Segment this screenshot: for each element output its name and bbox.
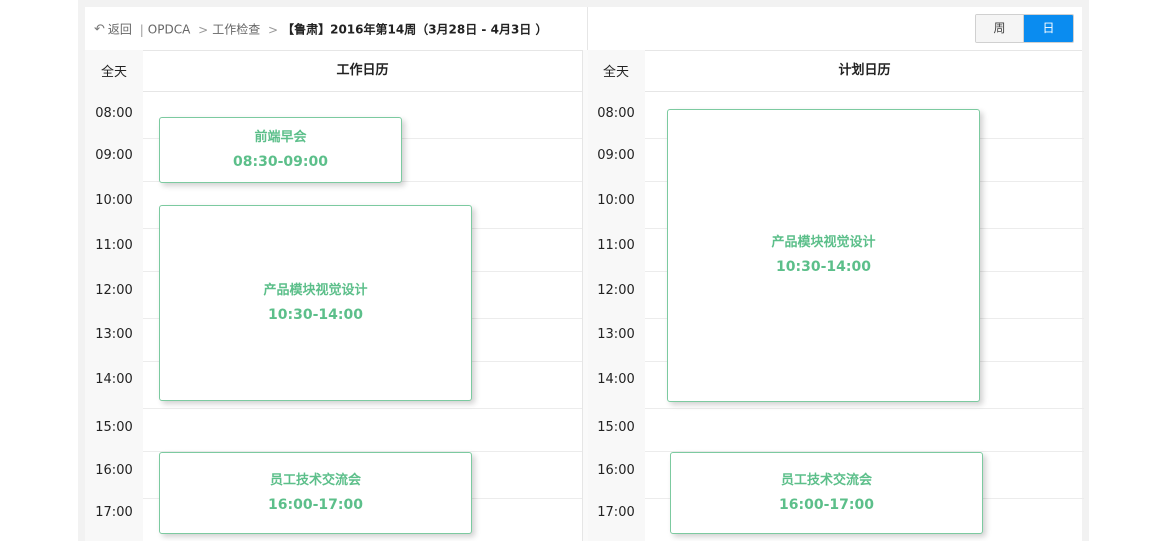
event-time: 10:30-14:00 xyxy=(776,259,871,275)
event-title: 员工技术交流会 xyxy=(780,472,872,488)
allday-label: 全天 xyxy=(100,65,127,80)
hour-label: 08:00 xyxy=(95,106,133,121)
event-card[interactable]: 产品模块视觉设计 10:30-14:00 xyxy=(667,109,980,402)
event-card[interactable]: 员工技术交流会 16:00-17:00 xyxy=(159,452,472,534)
event-time: 10:30-14:00 xyxy=(268,306,363,323)
hour-label: 13:00 xyxy=(597,327,635,342)
event-title: 前端早会 xyxy=(254,129,307,145)
breadcrumb-arrow: > xyxy=(268,22,279,37)
day-view-button[interactable]: 日 xyxy=(1024,15,1073,42)
event-title: 产品模块视觉设计 xyxy=(263,282,368,298)
hour-label: 16:00 xyxy=(95,463,133,478)
work-calendar-title: 工作日历 xyxy=(143,50,582,92)
hour-label: 16:00 xyxy=(597,463,635,478)
hour-label: 09:00 xyxy=(597,148,635,163)
event-time: 08:30-09:00 xyxy=(233,153,328,170)
back-link[interactable]: 返回 xyxy=(108,23,132,37)
breadcrumb-current: 【鲁肃】2016年第14周（3月28日 - 4月3日 ） xyxy=(282,22,548,37)
back-arrow-icon[interactable]: ↶ xyxy=(94,22,105,37)
hour-label: 17:00 xyxy=(95,505,133,520)
allday-label: 全天 xyxy=(602,65,629,80)
plan-calendar: 全天 计划日历 08:00 09:00 10:00 11:00 12:00 13… xyxy=(587,50,1084,541)
hour-label: 14:00 xyxy=(597,372,635,387)
hour-label: 10:00 xyxy=(95,193,133,208)
plan-calendar-title: 计划日历 xyxy=(645,50,1084,92)
hour-label: 15:00 xyxy=(597,420,635,435)
event-title: 产品模块视觉设计 xyxy=(771,235,876,250)
top-bar: ↶ 返回 | OPDCA > 工作检查 > 【鲁肃】2016年第14周（3月28日 - … xyxy=(85,7,1082,51)
event-time: 16:00-17:00 xyxy=(779,496,874,513)
hour-label: 15:00 xyxy=(95,420,133,435)
hour-label: 10:00 xyxy=(597,193,635,208)
hour-label: 11:00 xyxy=(597,238,635,253)
event-card[interactable]: 产品模块视觉设计 10:30-14:00 xyxy=(159,205,472,401)
hour-label: 12:00 xyxy=(95,283,133,298)
hour-label: 17:00 xyxy=(597,505,635,520)
hour-label: 08:00 xyxy=(597,106,635,121)
breadcrumb-arrow: > xyxy=(198,22,209,37)
calendar-divider xyxy=(582,50,588,541)
event-card[interactable]: 员工技术交流会 16:00-17:00 xyxy=(670,452,983,534)
breadcrumb-separator: | xyxy=(139,22,144,37)
breadcrumb-opdca[interactable]: OPDCA xyxy=(148,23,191,37)
breadcrumb: ↶ 返回 | OPDCA > 工作检查 > 【鲁肃】2016年第14周（3月28日 - … xyxy=(94,21,547,38)
hour-label: 11:00 xyxy=(95,238,133,253)
event-card[interactable]: 前端早会 08:30-09:00 xyxy=(159,117,402,183)
hour-label: 14:00 xyxy=(95,372,133,387)
view-toggle: 周 日 xyxy=(975,14,1074,43)
hour-label: 12:00 xyxy=(597,283,635,298)
topbar-divider xyxy=(587,7,588,50)
event-time: 16:00-17:00 xyxy=(268,496,363,513)
event-title: 员工技术交流会 xyxy=(269,472,361,488)
hour-gridline xyxy=(143,408,582,409)
hour-gridline xyxy=(645,408,1084,409)
calendar-panel: ↶ 返回 | OPDCA > 工作检查 > 【鲁肃】2016年第14周（3月28日 - … xyxy=(85,7,1084,541)
hour-label: 09:00 xyxy=(95,148,133,163)
breadcrumb-work-check[interactable]: 工作检查 xyxy=(212,23,260,37)
week-view-button[interactable]: 周 xyxy=(976,15,1024,42)
work-calendar: 全天 工作日历 08:00 09:00 10:00 11:00 12:00 13… xyxy=(85,50,582,541)
hour-label: 13:00 xyxy=(95,327,133,342)
